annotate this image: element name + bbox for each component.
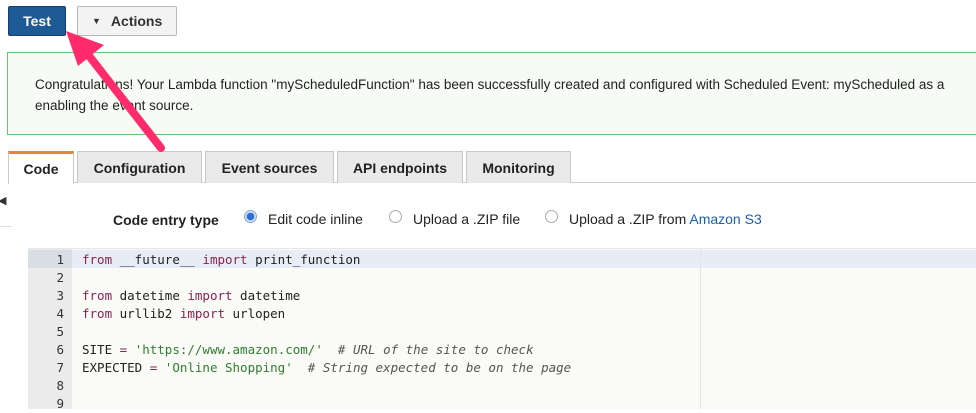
annotation-arrow (66, 31, 165, 152)
